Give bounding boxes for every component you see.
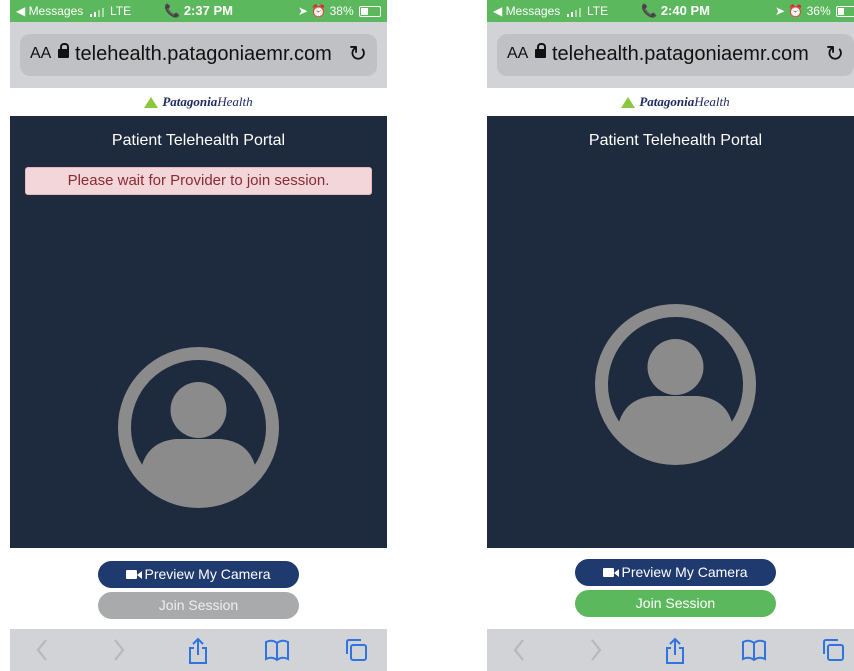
brand-name-strong: Patagonia [639,94,695,109]
browser-address-area: AA telehealth.patagoniaemr.com ↻ [487,22,854,88]
preview-camera-label: Preview My Camera [621,564,748,580]
phone-screen-ready: ◀ Messages LTE 📞 2:40 PM ➤ ⏰ 36% AA tele… [487,0,854,671]
address-bar[interactable]: AA telehealth.patagoniaemr.com ↻ [497,34,854,76]
alarm-icon: ⏰ [311,4,327,18]
lock-icon [535,43,546,59]
text-size-button[interactable]: AA [507,45,528,63]
browser-toolbar [10,629,387,671]
join-session-label: Join Session [158,597,239,613]
brand-mark-icon [144,96,159,108]
brand-logo: PatagoniaHealth [10,88,387,116]
battery-icon [359,6,381,18]
browser-toolbar [487,629,854,671]
phone-screen-waiting: ◀ Messages LTE 📞 2:37 PM ➤ ⏰ 38% AA tele… [10,0,387,671]
share-icon[interactable] [186,637,210,665]
book-icon[interactable] [263,637,291,663]
alarm-icon: ⏰ [788,4,804,18]
url-field[interactable]: telehealth.patagoniaemr.com [535,43,818,66]
battery-icon [836,6,854,18]
brand-name-rest: Health [217,94,253,109]
join-session-button[interactable]: Join Session [98,592,299,619]
brand-mark-icon [621,96,636,108]
preview-camera-button[interactable]: Preview My Camera [98,561,299,588]
preview-camera-label: Preview My Camera [144,566,271,582]
share-icon[interactable] [663,637,687,665]
video-portal: Patient Telehealth Portal Please wait fo… [10,116,387,548]
video-portal: Patient Telehealth Portal [487,116,854,548]
brand-name-rest: Health [694,94,730,109]
brand-name-strong: Patagonia [162,94,218,109]
portal-title: Patient Telehealth Portal [111,132,286,149]
lock-icon [58,43,69,59]
chevron-left-icon[interactable] [34,637,50,663]
url-text: telehealth.patagoniaemr.com [75,43,332,65]
text-size-label: AA [507,45,529,62]
join-session-label: Join Session [635,595,716,611]
browser-address-area: AA telehealth.patagoniaemr.com ↻ [10,22,387,88]
tabs-icon[interactable] [820,637,846,663]
text-size-button[interactable]: AA [30,45,51,63]
preview-camera-button[interactable]: Preview My Camera [575,559,776,586]
person-avatar-icon [595,304,756,465]
status-right: ➤ ⏰ 36% [775,4,854,18]
battery-percent: 36% [806,4,831,18]
url-field[interactable]: telehealth.patagoniaemr.com [58,43,341,66]
reload-icon[interactable]: ↻ [349,41,367,67]
reload-icon[interactable]: ↻ [826,41,844,67]
text-size-label: AA [30,45,52,62]
tabs-icon[interactable] [343,637,369,663]
brand-logo: PatagoniaHealth [487,88,854,116]
chevron-left-icon[interactable] [511,637,527,663]
join-session-button[interactable]: Join Session [575,590,776,617]
chevron-right-icon[interactable] [111,637,127,663]
location-icon: ➤ [297,4,308,18]
chevron-right-icon[interactable] [588,637,604,663]
location-icon: ➤ [774,4,785,18]
portal-title: Patient Telehealth Portal [588,132,763,149]
video-camera-icon [126,569,143,579]
video-camera-icon [603,567,620,577]
address-bar[interactable]: AA telehealth.patagoniaemr.com ↻ [20,34,377,76]
person-avatar-icon [118,347,279,508]
wait-alert: Please wait for Provider to join session… [25,167,372,195]
url-text: telehealth.patagoniaemr.com [552,43,809,65]
book-icon[interactable] [740,637,768,663]
status-right: ➤ ⏰ 38% [298,4,381,18]
battery-percent: 38% [329,4,354,18]
status-bar: ◀ Messages LTE 📞 2:40 PM ➤ ⏰ 36% [487,0,854,22]
status-bar: ◀ Messages LTE 📞 2:37 PM ➤ ⏰ 38% [10,0,387,22]
